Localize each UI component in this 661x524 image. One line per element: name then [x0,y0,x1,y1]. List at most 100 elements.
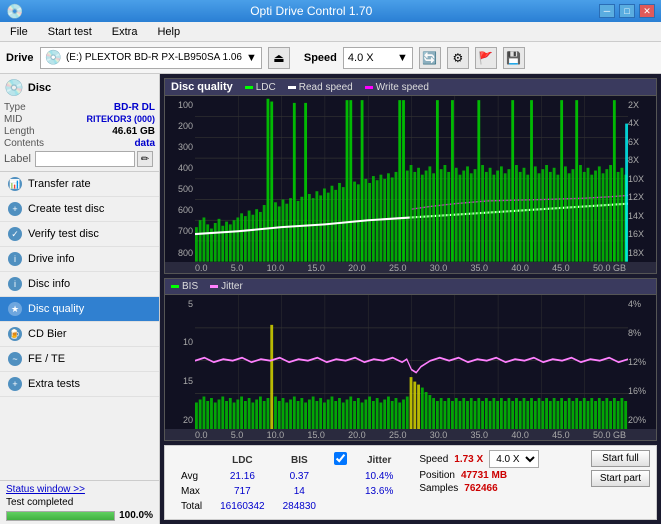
total-ldc: 16160342 [212,500,273,513]
chart2-canvas [195,295,628,429]
position-label: Position [419,470,455,481]
menu-extra[interactable]: Extra [106,24,144,40]
window-title: Opti Drive Control 1.70 [23,4,599,18]
nav-drive-info-label: Drive info [28,253,74,265]
close-button[interactable]: ✕ [639,4,655,18]
nav-fe-te-label: FE / TE [28,353,65,365]
nav-disc-info-label: Disc info [28,278,70,290]
menubar: File Start test Extra Help [0,22,661,42]
app-icon: 💿 [6,3,23,20]
nav-verify-test-disc[interactable]: ✓ Verify test disc [0,222,159,247]
save-button[interactable]: 💾 [503,47,525,69]
drive-dropdown-arrow: ▼ [246,52,257,64]
speed-info-label: Speed [419,454,448,465]
jitter-legend-label: Jitter [221,281,243,292]
nav-extra-tests[interactable]: + Extra tests [0,372,159,397]
chart2-area: 2015105 [165,295,656,429]
speed-info-value: 1.73 X [454,454,483,465]
nav-create-test-disc[interactable]: + Create test disc [0,197,159,222]
speed-dropdown-arrow: ▼ [397,52,408,64]
start-part-button[interactable]: Start part [591,470,650,487]
disc-section: 💿 Disc Type BD-R DL MID RITEKDR3 (000) L… [0,74,159,172]
read-speed-legend-dot [288,86,296,89]
maximize-button[interactable]: □ [619,4,635,18]
write-speed-legend-dot [365,86,373,89]
speed-label: Speed [304,52,337,64]
length-value: 46.61 GB [112,126,155,137]
nav-cd-bier[interactable]: 🍺 CD Bier [0,322,159,347]
contents-label: Contents [4,138,44,149]
speed-value: 4.0 X [348,52,374,64]
drive-label: Drive [6,52,34,64]
bis-col-header: BIS [275,452,324,468]
action-buttons: Start full Start part [591,450,650,487]
minimize-button[interactable]: ─ [599,4,615,18]
nav-disc-quality[interactable]: ★ Disc quality [0,297,159,322]
label-label: Label [4,153,31,165]
progress-fill [7,512,114,520]
bis-jitter-chart: BIS Jitter 2015105 [164,278,657,441]
length-label: Length [4,126,35,137]
mid-label: MID [4,114,22,125]
start-full-button[interactable]: Start full [591,450,650,467]
speed-selector[interactable]: 4.0 X ▼ [343,47,413,69]
content-area: Disc quality LDC Read speed Write speed [160,74,661,524]
status-text: Test completed [6,497,73,508]
drive-selector[interactable]: 💿 (E:) PLEXTOR BD-R PX-LB950SA 1.06 ▼ [40,47,262,69]
nav-create-test-disc-label: Create test disc [28,203,104,215]
label-input[interactable] [35,151,135,167]
nav-disc-info[interactable]: i Disc info [0,272,159,297]
transfer-rate-icon: 📊 [8,177,22,191]
type-label: Type [4,102,26,113]
ldc-legend-label: LDC [256,82,276,93]
status-window-button[interactable]: Status window >> [6,484,153,495]
cd-bier-icon: 🍺 [8,327,22,341]
settings-button[interactable]: ⚙ [447,47,469,69]
nav-drive-info[interactable]: i Drive info [0,247,159,272]
chart1-x-axis: 0.05.010.015.020.025.030.035.040.045.050… [165,262,656,273]
bis-legend-dot [171,285,179,288]
refresh-button[interactable]: 🔄 [419,47,441,69]
chart2-header: BIS Jitter [165,279,656,295]
jitter-legend-dot [210,285,218,288]
nav-cd-bier-label: CD Bier [28,328,67,340]
menu-file[interactable]: File [4,24,34,40]
extra-tests-icon: + [8,377,22,391]
chart1-svg [195,96,628,262]
window-controls: ─ □ ✕ [599,4,655,18]
position-value: 47731 MB [461,470,507,481]
disc-info-icon: i [8,277,22,291]
read-speed-legend-label: Read speed [299,82,353,93]
verify-test-disc-icon: ✓ [8,227,22,241]
drive-value: (E:) PLEXTOR BD-R PX-LB950SA 1.06 [66,52,242,63]
fe-te-icon: ~ [8,352,22,366]
eject-button[interactable]: ⏏ [268,47,290,69]
stats-panel: LDC BIS Jitter Avg 21.16 0.37 10.4% Max [164,445,657,520]
nav-disc-quality-label: Disc quality [28,303,84,315]
chart1-canvas [195,96,628,262]
flag-button[interactable]: 🚩 [475,47,497,69]
disc-quality-icon: ★ [8,302,22,316]
disc-quality-chart: Disc quality LDC Read speed Write speed [164,78,657,274]
chart2-x-axis: 0.05.010.015.020.025.030.035.040.045.050… [165,429,656,440]
toolbar: Drive 💿 (E:) PLEXTOR BD-R PX-LB950SA 1.0… [0,42,661,74]
menu-start-test[interactable]: Start test [42,24,98,40]
drive-icon: 💿 [45,49,62,66]
speed-info-select[interactable]: 4.0 X [489,450,539,468]
avg-row-label: Avg [173,470,210,483]
nav-verify-test-disc-label: Verify test disc [28,228,99,240]
chart2-y-left: 2015105 [165,295,195,429]
read-speed-legend: Read speed [288,82,353,93]
jitter-checkbox[interactable] [334,452,347,465]
nav-transfer-rate[interactable]: 📊 Transfer rate [0,172,159,197]
max-jitter: 13.6% [357,485,401,498]
bis-legend-label: BIS [182,281,198,292]
nav-fe-te[interactable]: ~ FE / TE [0,347,159,372]
label-edit-button[interactable]: ✏ [137,151,153,167]
sidebar: 💿 Disc Type BD-R DL MID RITEKDR3 (000) L… [0,74,160,524]
menu-help[interactable]: Help [151,24,186,40]
chart1-y-left: 800700600500400300200100 [165,96,195,262]
bis-legend: BIS [171,281,198,292]
samples-value: 762466 [464,483,497,494]
avg-ldc: 21.16 [212,470,273,483]
